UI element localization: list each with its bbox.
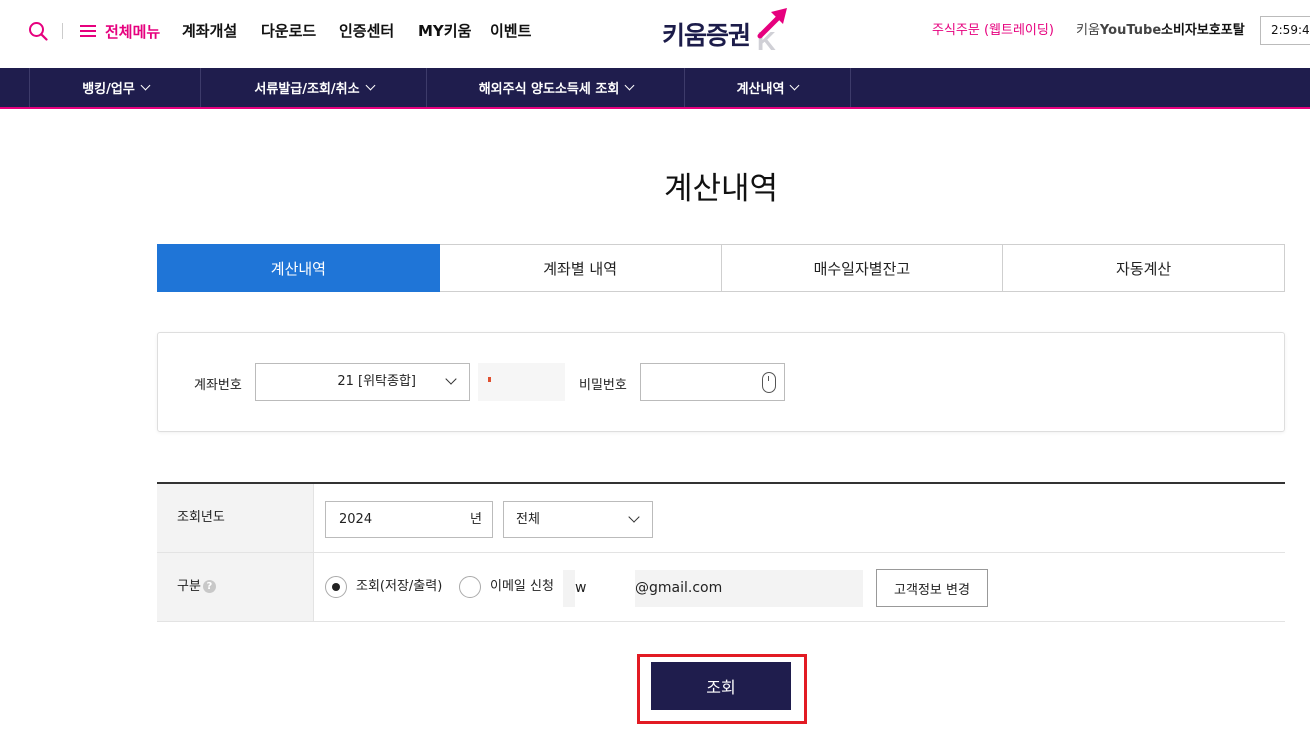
period-select-value: 전체 <box>516 512 540 527</box>
email-field: w @gmail.com <box>563 570 863 607</box>
search-submit-button[interactable]: 조회 <box>651 662 791 710</box>
kiwoom-logo[interactable]: 키움증권 K <box>660 6 800 56</box>
password-input[interactable] <box>640 363 785 401</box>
gnb-download[interactable]: 다운로드 <box>261 19 316 43</box>
search-icon[interactable] <box>28 21 48 41</box>
chevron-down-icon <box>624 80 635 91</box>
email-domain: @gmail.com <box>635 580 723 596</box>
radio-email-label[interactable]: 이메일 신청 <box>490 577 554 597</box>
nav-capital-gains-tax-label: 해외주식 양도소득세 조회 <box>478 82 620 97</box>
tab-auto-calculation[interactable]: 자동계산 <box>1003 244 1285 292</box>
account-holder-field <box>478 363 565 401</box>
year-input[interactable]: 2024 년 <box>325 501 493 538</box>
all-menu-button[interactable]: 전체메뉴 <box>80 19 160 43</box>
year-unit: 년 <box>470 512 482 527</box>
virtual-keyboard-mouse-icon[interactable] <box>762 372 776 393</box>
chevron-down-icon <box>445 373 457 385</box>
chevron-down-icon <box>789 80 800 91</box>
chevron-down-icon <box>628 511 640 523</box>
page-title: 계산내역 <box>663 171 779 207</box>
nav-banking[interactable]: 뱅킹/업무 <box>29 68 201 107</box>
account-select[interactable]: 21 [위탁종합] <box>255 363 470 401</box>
sub-nav: 뱅킹/업무 서류발급/조회/취소 해외주식 양도소득세 조회 계산내역 <box>0 68 1310 109</box>
hamburger-icon <box>80 24 96 38</box>
gnb-event[interactable]: 이벤트 <box>490 19 531 43</box>
form-row-type: 구분? 조회(저장/출력) 이메일 신청 w @gmail.com 고객정보 변… <box>157 553 1285 622</box>
account-panel: 계좌번호 21 [위탁종합] 비밀번호 <box>157 332 1285 432</box>
chevron-down-icon <box>365 80 376 91</box>
gnb-account-open[interactable]: 계좌개설 <box>182 19 237 43</box>
radio-view[interactable] <box>325 576 347 598</box>
youtube-prefix: 키움 <box>1076 23 1100 38</box>
account-number-label: 계좌번호 <box>194 378 242 393</box>
radio-view-label[interactable]: 조회(저장/출력) <box>356 577 442 597</box>
year-input-value: 2024 <box>339 512 373 527</box>
header-divider <box>62 23 63 39</box>
web-trading-order-link[interactable]: 주식주문 (웹트레이딩) <box>932 19 1054 43</box>
password-label: 비밀번호 <box>579 378 627 393</box>
tab-bar: 계산내역 계좌별 내역 매수일자별잔고 자동계산 <box>157 244 1285 292</box>
type-label-cell: 구분? <box>157 553 314 621</box>
youtube-label: YouTube <box>1099 23 1162 38</box>
kiwoom-youtube-link[interactable]: 키움YouTube <box>1076 19 1161 43</box>
form-row-year: 조회년도 2024 년 전체 <box>157 484 1285 553</box>
session-timer[interactable]: 2:59:45 <box>1260 16 1310 45</box>
tab-balance-by-purchase-date[interactable]: 매수일자별잔고 <box>721 244 1004 292</box>
chevron-down-icon <box>140 80 151 91</box>
all-menu-label: 전체메뉴 <box>105 22 161 41</box>
nav-divider <box>850 68 851 107</box>
help-icon[interactable]: ? <box>202 580 216 593</box>
nav-capital-gains-tax[interactable]: 해외주식 양도소득세 조회 <box>426 68 685 107</box>
change-customer-info-button[interactable]: 고객정보 변경 <box>876 569 988 607</box>
email-prefix: w <box>575 580 587 596</box>
tab-calculation-history[interactable]: 계산내역 <box>157 244 440 292</box>
search-form: 조회년도 2024 년 전체 구분? 조회(저장/출력) 이메일 신청 w @g… <box>157 482 1285 622</box>
nav-documents-label: 서류발급/조회/취소 <box>254 82 360 97</box>
gnb-my-kiwoom[interactable]: MY키움 <box>418 19 471 43</box>
radio-email[interactable] <box>459 576 481 598</box>
nav-calculation-history-label: 계산내역 <box>736 82 785 97</box>
logo-arrow-icon: K <box>757 8 787 54</box>
consumer-portal-link[interactable]: 소비자보호포탈 <box>1161 19 1245 43</box>
top-header: 전체메뉴 계좌개설 다운로드 인증센터 MY키움 이벤트 키움증권 K 주식주문… <box>0 0 1310 68</box>
year-label: 조회년도 <box>157 484 314 552</box>
account-select-value: 21 [위탁종합] <box>337 374 416 389</box>
nav-banking-label: 뱅킹/업무 <box>82 82 135 97</box>
period-select[interactable]: 전체 <box>503 501 653 538</box>
gnb-cert-center[interactable]: 인증센터 <box>339 19 394 43</box>
nav-documents[interactable]: 서류발급/조회/취소 <box>200 68 427 107</box>
type-label: 구분 <box>177 579 201 594</box>
nav-calculation-history[interactable]: 계산내역 <box>684 68 850 107</box>
tab-by-account[interactable]: 계좌별 내역 <box>439 244 722 292</box>
logo-text: 키움증권 <box>662 21 751 50</box>
